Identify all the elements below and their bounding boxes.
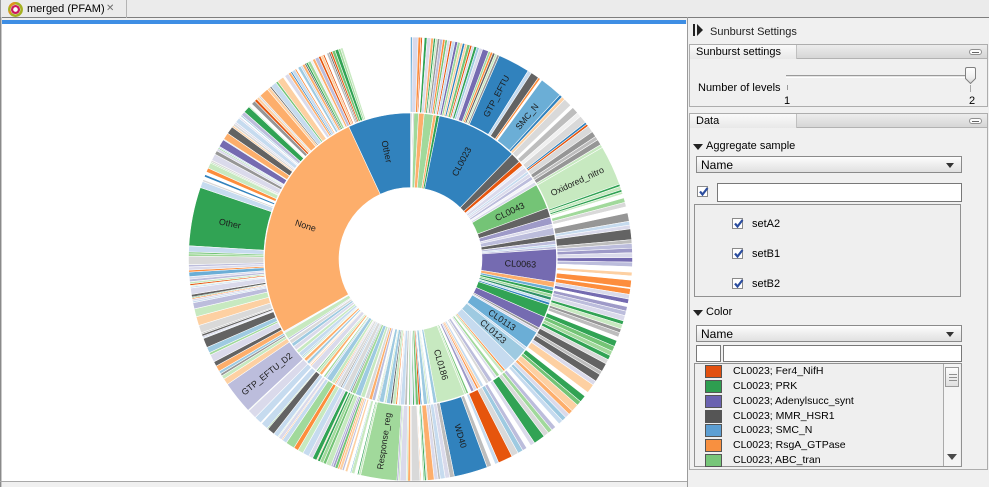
svg-text:CL0063: CL0063 xyxy=(504,258,536,269)
